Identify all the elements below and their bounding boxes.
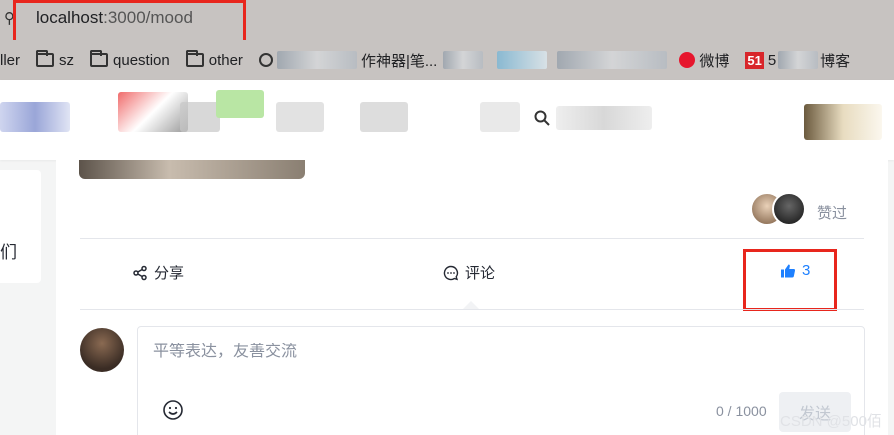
comment-icon (443, 265, 459, 280)
left-sidebar-card (0, 170, 41, 283)
bookmark-folder-other[interactable]: other (185, 50, 243, 69)
bookmark-folder-question[interactable]: question (90, 50, 170, 69)
liked-label: 赞过 (817, 205, 848, 222)
avatar[interactable] (772, 192, 806, 226)
bookmark-item[interactable]: 作神器|笔... (258, 50, 438, 71)
liked-avatars[interactable] (750, 192, 810, 228)
blurred-bookmark (557, 51, 668, 69)
bookmark-weibo[interactable]: 微博 (679, 50, 729, 71)
bookmark-51[interactable]: 51 5 博客 (745, 50, 850, 71)
bookmark-item[interactable]: ller (0, 52, 20, 69)
nav-item-blurred[interactable] (276, 102, 324, 132)
like-highlight-box (743, 249, 837, 311)
bookmark-label: 博客 (820, 52, 851, 70)
nav-item-blurred[interactable] (480, 102, 520, 132)
bookmark-folder-sz[interactable]: sz (36, 50, 75, 69)
blurred-bookmark (443, 51, 484, 69)
comment-composer: 0 / 1000 发送 (137, 326, 865, 435)
folder-icon (90, 50, 109, 67)
search-input-blurred[interactable] (556, 106, 652, 130)
nav-item-blurred[interactable] (216, 90, 264, 118)
share-icon (133, 265, 147, 280)
char-counter: 0 / 1000 (716, 403, 767, 419)
bookmark-label: 5 (767, 51, 777, 69)
bookmarks-bar: ller sz question other 作神器|笔... 微博 51 5 博客 (0, 40, 894, 80)
share-button[interactable]: 分享 (132, 262, 184, 283)
post-image[interactable] (79, 160, 305, 179)
51-icon: 51 (745, 51, 764, 69)
nav-item-blurred[interactable] (360, 102, 408, 132)
bookmark-label: 作神器|笔... (360, 52, 438, 70)
bookmark-label: ller (0, 51, 21, 69)
avatar[interactable] (80, 328, 124, 372)
nav-item-blurred[interactable] (118, 92, 188, 132)
bookmark-label: other (208, 51, 243, 69)
comment-input[interactable] (153, 343, 833, 361)
folder-icon (36, 50, 55, 67)
sidebar-partial-text: 们 (0, 243, 17, 262)
blurred-text (276, 51, 357, 69)
divider (80, 238, 864, 239)
comment-button[interactable]: 评论 (443, 262, 495, 283)
watermark: CSDN @500佰 (780, 413, 882, 430)
nav-item-blurred[interactable] (180, 102, 220, 132)
bookmark-label: sz (59, 51, 75, 69)
weibo-icon (679, 52, 696, 68)
globe-icon (258, 53, 273, 67)
search-icon[interactable] (534, 110, 550, 126)
user-avatar-blurred[interactable] (804, 104, 882, 140)
bookmark-label: question (113, 51, 170, 69)
blurred-bookmark (497, 51, 548, 69)
blurred-text (778, 51, 819, 69)
comment-caret (463, 301, 479, 309)
bookmark-label: 微博 (699, 52, 730, 70)
share-label: 分享 (154, 265, 185, 282)
emoji-icon[interactable] (162, 399, 184, 421)
site-header (0, 80, 894, 160)
folder-icon (185, 50, 204, 67)
divider (80, 309, 864, 310)
logo-blurred[interactable] (0, 102, 70, 132)
comment-label: 评论 (465, 265, 496, 282)
